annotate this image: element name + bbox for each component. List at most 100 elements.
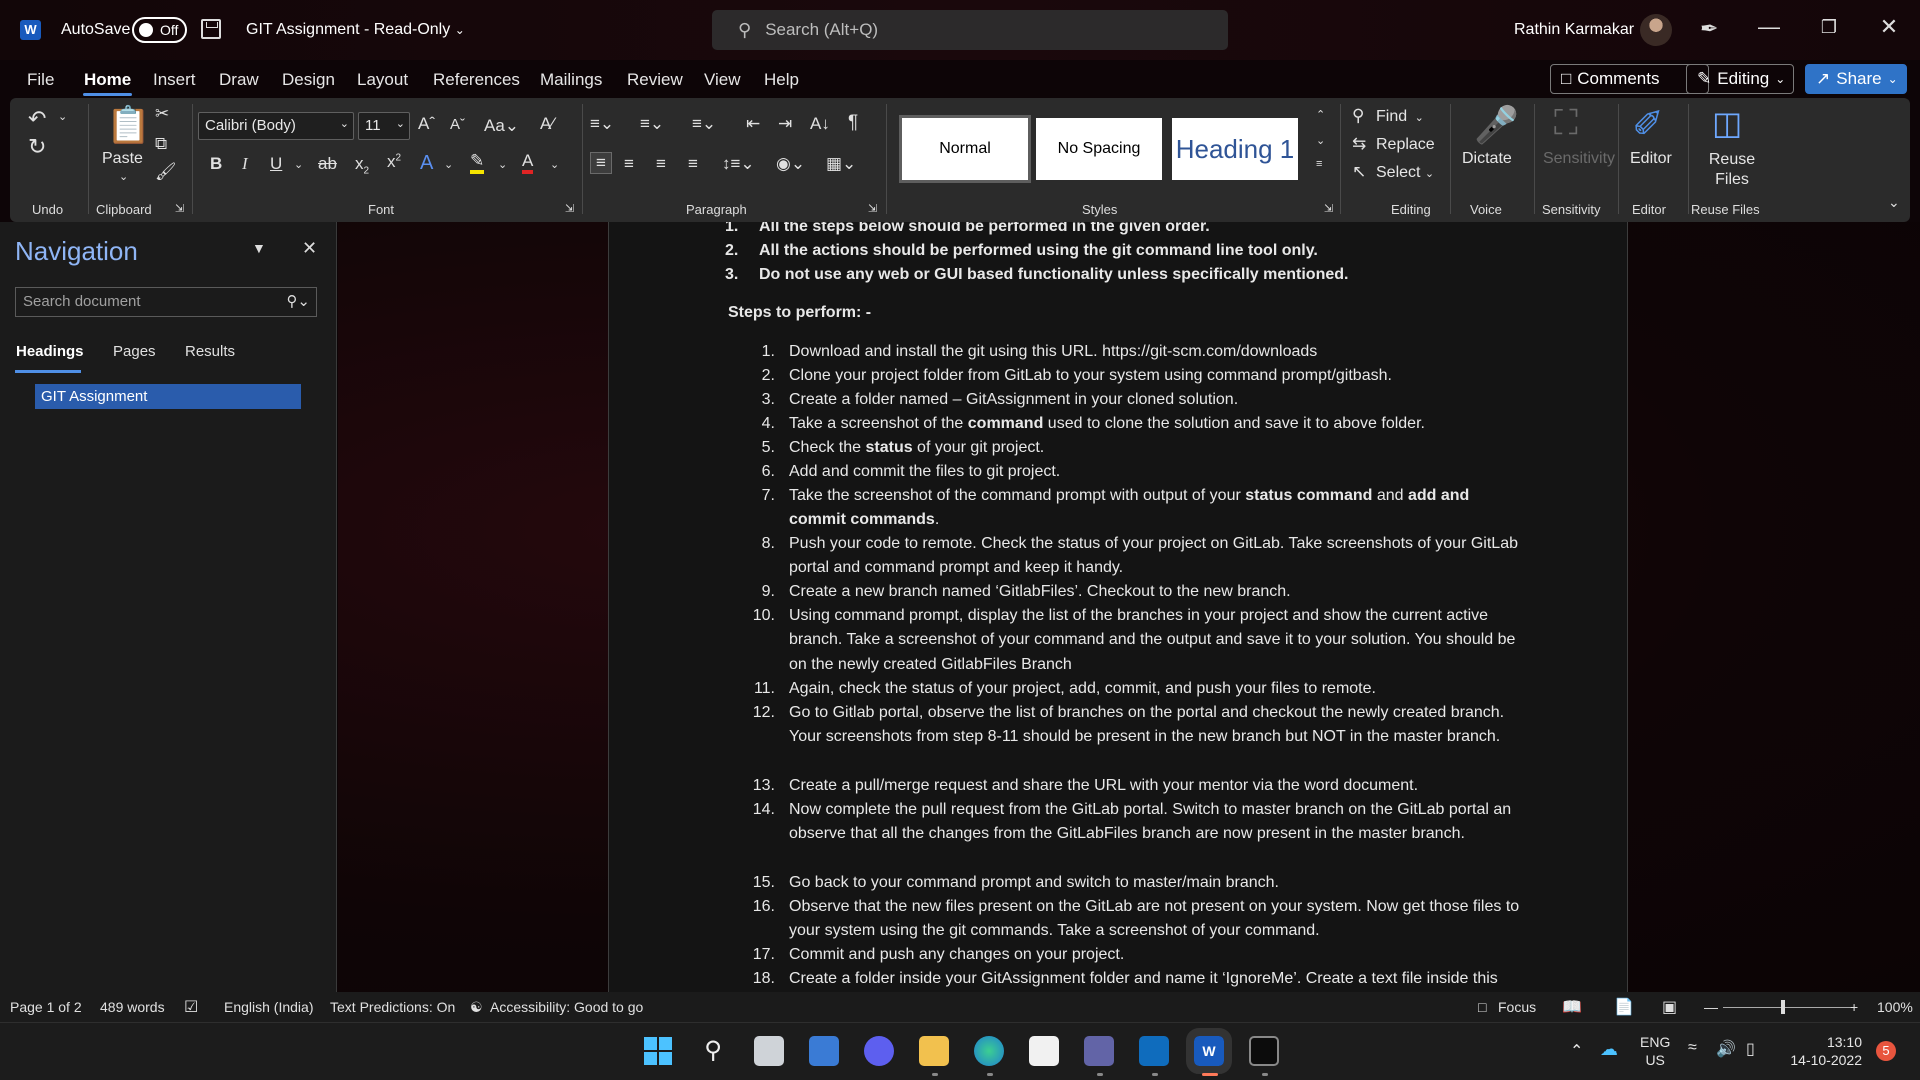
search-icon[interactable]: ⚲ (698, 1036, 728, 1066)
accessibility-status[interactable]: Accessibility: Good to go (490, 999, 643, 1015)
onedrive-icon[interactable]: ☁ (1600, 1039, 1618, 1060)
tab-home[interactable]: Home (84, 70, 131, 90)
nav-tab-results[interactable]: Results (185, 343, 235, 360)
highlight-icon[interactable]: ✎ (470, 152, 485, 174)
nav-search-icon[interactable]: ⚲⌄ (286, 292, 310, 310)
styles-more-icon[interactable]: ≡ (1316, 158, 1322, 170)
align-left-icon[interactable]: ≡ (590, 152, 612, 174)
style-no-spacing[interactable]: No Spacing (1036, 118, 1162, 180)
zoom-out-icon[interactable]: — (1704, 999, 1718, 1015)
search-input[interactable]: ⚲ Search (Alt+Q) (712, 10, 1228, 50)
zoom-slider-track[interactable] (1723, 1007, 1853, 1008)
text-effects-dropdown-icon[interactable]: ⌄ (444, 158, 453, 171)
tab-file[interactable]: File (27, 70, 54, 90)
styles-launcher-icon[interactable]: ⇲ (1324, 202, 1333, 215)
font-launcher-icon[interactable]: ⇲ (565, 202, 574, 215)
reuse-files-button[interactable]: Reuse Files (1700, 150, 1764, 190)
redo-icon[interactable]: ↻ (28, 134, 46, 160)
justify-icon[interactable]: ≡ (688, 154, 698, 174)
edge-icon[interactable] (974, 1036, 1004, 1066)
tab-draw[interactable]: Draw (219, 70, 259, 90)
tab-review[interactable]: Review (627, 70, 683, 90)
underline-icon[interactable]: U (270, 154, 282, 174)
save-icon[interactable] (201, 19, 221, 39)
font-name-select[interactable]: Calibri (Body) ⌄ (198, 112, 354, 140)
teams-chat-icon[interactable] (864, 1036, 894, 1066)
file-explorer-icon[interactable] (919, 1036, 949, 1066)
zoom-in-icon[interactable]: + (1850, 999, 1858, 1015)
word-count[interactable]: 489 words (100, 999, 165, 1015)
close-icon[interactable]: ✕ (1874, 14, 1904, 40)
clock[interactable]: 13:10 14-10-2022 (1784, 1033, 1862, 1069)
decrease-indent-icon[interactable]: ⇤ (746, 114, 760, 134)
bold-icon[interactable]: B (210, 154, 222, 174)
select-button[interactable]: Select ⌄ (1376, 164, 1434, 182)
nav-heading-item[interactable]: GIT Assignment (35, 384, 301, 409)
tab-insert[interactable]: Insert (153, 70, 196, 90)
avatar[interactable] (1640, 14, 1672, 46)
align-right-icon[interactable]: ≡ (656, 154, 666, 174)
paste-icon[interactable]: 📋 (106, 104, 151, 146)
undo-dropdown-icon[interactable]: ⌄ (58, 110, 67, 123)
editor-button[interactable]: Editor (1630, 150, 1672, 168)
change-case-icon[interactable]: Aa⌄ (484, 116, 519, 136)
proofing-icon[interactable]: ☑ (184, 997, 198, 1017)
nav-options-icon[interactable]: ▼ (252, 240, 266, 256)
zoom-slider-thumb[interactable] (1781, 1000, 1785, 1014)
subscript-icon[interactable]: x2 (355, 154, 369, 176)
text-effects-icon[interactable]: A (420, 152, 433, 175)
paste-dropdown-icon[interactable]: ⌄ (119, 170, 128, 183)
sort-icon[interactable]: A↓ (810, 114, 830, 134)
web-layout-icon[interactable]: ▣ (1662, 997, 1677, 1017)
tab-design[interactable]: Design (282, 70, 335, 90)
wifi-icon[interactable]: ≈ (1688, 1039, 1697, 1057)
focus-button[interactable]: Focus (1498, 999, 1536, 1015)
shading-icon[interactable]: ◉⌄ (776, 154, 805, 174)
select-cursor-icon[interactable]: ↖ (1352, 162, 1366, 182)
styles-scroll-up-icon[interactable]: ⌃ (1316, 108, 1325, 121)
widgets-icon[interactable] (809, 1036, 839, 1066)
reuse-files-icon[interactable]: ◫ (1712, 104, 1742, 142)
line-spacing-icon[interactable]: ↕≡⌄ (722, 154, 755, 174)
paste-label[interactable]: Paste (102, 150, 143, 168)
replace-icon[interactable]: ⇆ (1352, 134, 1366, 154)
clear-formatting-icon[interactable]: A⁄ (540, 114, 554, 134)
italic-icon[interactable]: I (242, 154, 248, 174)
numbering-icon[interactable]: ≡⌄ (640, 114, 664, 134)
font-color-dropdown-icon[interactable]: ⌄ (550, 158, 559, 171)
restore-icon[interactable]: ❐ (1814, 17, 1844, 38)
font-size-select[interactable]: 11 ⌄ (358, 112, 410, 140)
zoom-level[interactable]: 100% (1877, 999, 1913, 1015)
print-layout-icon[interactable]: 📄 (1614, 997, 1634, 1017)
styles-scroll-down-icon[interactable]: ⌄ (1316, 134, 1325, 147)
strikethrough-icon[interactable]: ab (318, 154, 337, 174)
style-heading-1[interactable]: Heading 1 (1172, 118, 1298, 180)
find-icon[interactable]: ⚲ (1352, 106, 1364, 126)
nav-close-icon[interactable]: ✕ (302, 238, 317, 259)
bullets-icon[interactable]: ≡⌄ (590, 114, 614, 134)
align-center-icon[interactable]: ≡ (624, 154, 634, 174)
copy-icon[interactable]: ⧉ (155, 134, 167, 154)
nav-tab-headings[interactable]: Headings (16, 343, 84, 360)
text-predictions[interactable]: Text Predictions: On (330, 999, 455, 1015)
shrink-font-icon[interactable]: Aˇ (450, 116, 465, 133)
task-view-icon[interactable] (754, 1036, 784, 1066)
input-language[interactable]: ENG US (1640, 1033, 1670, 1069)
clipboard-launcher-icon[interactable]: ⇲ (175, 202, 184, 215)
document-title[interactable]: GIT Assignment - Read-Only ⌄ (246, 21, 465, 39)
autosave-toggle[interactable]: Off (132, 17, 187, 43)
nav-tab-pages[interactable]: Pages (113, 343, 156, 360)
store-icon[interactable] (1029, 1036, 1059, 1066)
read-mode-icon[interactable]: 📖 (1562, 997, 1582, 1017)
outlook-icon[interactable] (1139, 1036, 1169, 1066)
tray-overflow-icon[interactable]: ⌃ (1570, 1041, 1583, 1061)
language[interactable]: English (India) (224, 999, 314, 1015)
editor-pen-icon[interactable]: ✐ (1632, 102, 1664, 147)
grow-font-icon[interactable]: Aˆ (418, 114, 435, 134)
undo-icon[interactable]: ↶ (28, 106, 46, 132)
tab-mailings[interactable]: Mailings (540, 70, 602, 90)
collapse-ribbon-icon[interactable]: ⌄ (1888, 194, 1900, 211)
word-taskbar-icon[interactable]: W (1186, 1028, 1232, 1074)
show-formatting-marks-icon[interactable]: ¶ (848, 112, 858, 134)
minimize-icon[interactable]: — (1754, 14, 1784, 40)
